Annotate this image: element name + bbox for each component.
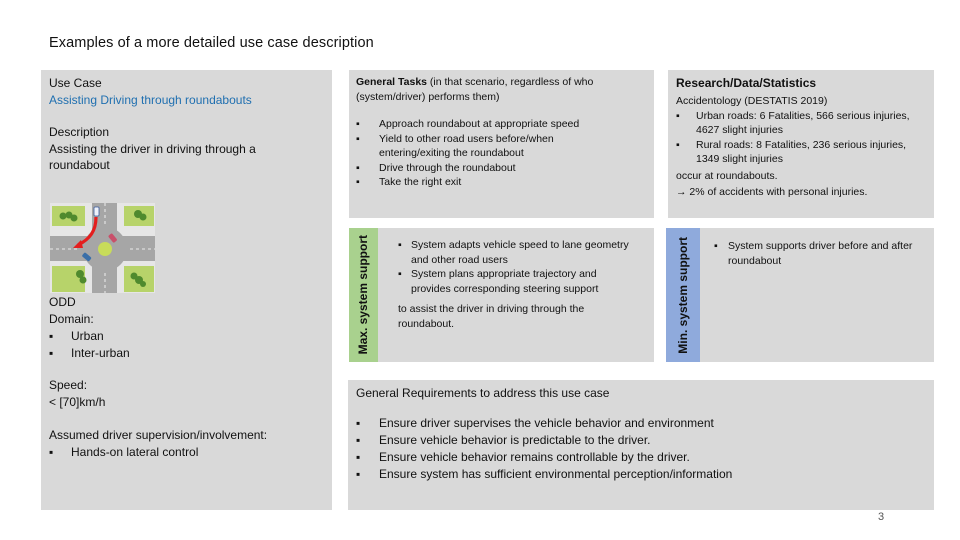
page-number: 3: [878, 511, 885, 523]
list-item: ▪ Ensure vehicle behavior is predictable …: [356, 433, 651, 447]
roundabout-diagram: [50, 203, 155, 293]
research-panel: Research/Data/Statistics Accidentology (…: [668, 70, 934, 218]
list-item: ▪ Inter-urban: [49, 346, 130, 360]
list-item: ▪ System supports driver before and after…: [714, 240, 913, 267]
min-support-label-strip: Min. system support: [666, 228, 700, 362]
odd-section: ODD Domain: ▪ Urban ▪ Inter-urban: [49, 294, 130, 362]
supervision-label: Assumed driver supervision/involvement:: [49, 428, 268, 442]
list-item: ▪ Urban: [49, 329, 104, 343]
description-text: Assisting the driver in driving through …: [49, 141, 256, 173]
list-item: ▪ Ensure driver supervises the vehicle be…: [356, 416, 714, 430]
list-item: ▪ Yield to other road users before/when e…: [356, 132, 554, 160]
max-support-label: Max. system support: [356, 235, 371, 355]
domain-label: Domain:: [49, 312, 94, 326]
research-footer: occur at roundabouts.: [676, 169, 778, 182]
list-item: ▪ System adapts vehicle speed to lane geo…: [398, 239, 629, 266]
research-source: Accidentology (DESTATIS 2019): [676, 95, 828, 107]
requirements-heading: General Requirements to address this use…: [356, 386, 610, 400]
list-item: ▪ Rural roads: 8 Fatalities, 236 serious …: [676, 138, 907, 166]
list-item: ▪ Hands-on lateral control: [49, 445, 199, 459]
description-label: Description: [49, 125, 110, 139]
list-item: ▪ Take the right exit: [356, 176, 462, 188]
general-tasks-panel: General Tasks (in that scenario, regardl…: [349, 70, 654, 218]
research-conclusion: → 2% of accidents with personal injuries…: [676, 186, 868, 198]
list-item: ▪ Ensure system has sufficient environmen…: [356, 467, 733, 481]
speed-value: < [70]km/h: [49, 395, 106, 409]
general-tasks-heading: General Tasks (in that scenario, regardl…: [356, 76, 594, 103]
max-support-panel: Max. system support ▪ System adapts vehic…: [349, 228, 654, 362]
list-item: ▪ Approach roundabout at appropriate spee…: [356, 118, 580, 130]
slide-title: Examples of a more detailed use case des…: [49, 35, 374, 51]
center-island: [98, 242, 112, 256]
list-item: ▪ Drive through the roundabout: [356, 161, 516, 174]
list-item: ▪ System plans appropriate trajectory and…: [398, 268, 599, 295]
list-item: ▪ Ensure vehicle behavior remains control…: [356, 450, 690, 464]
research-heading: Research/Data/Statistics: [676, 76, 817, 90]
max-support-label-strip: Max. system support: [349, 228, 378, 362]
min-support-label: Min. system support: [675, 236, 690, 354]
max-support-after: to assist the driver in driving through …: [398, 303, 585, 330]
car-icon: [93, 206, 100, 217]
use-case-label: Use Case: [49, 76, 102, 90]
requirements-panel: General Requirements to address this use…: [348, 380, 934, 510]
list-item: ▪ Urban roads: 6 Fatalities, 566 serious …: [676, 109, 910, 137]
use-case-name: Assisting Driving through roundabouts: [49, 92, 252, 107]
odd-label: ODD: [49, 295, 76, 309]
speed-label: Speed:: [49, 378, 88, 392]
min-support-panel: Min. system support ▪ System supports dri…: [666, 228, 934, 362]
speed-section: Speed: < [70]km/h: [49, 377, 105, 411]
supervision-section: Assumed driver supervision/involvement: …: [49, 427, 267, 461]
